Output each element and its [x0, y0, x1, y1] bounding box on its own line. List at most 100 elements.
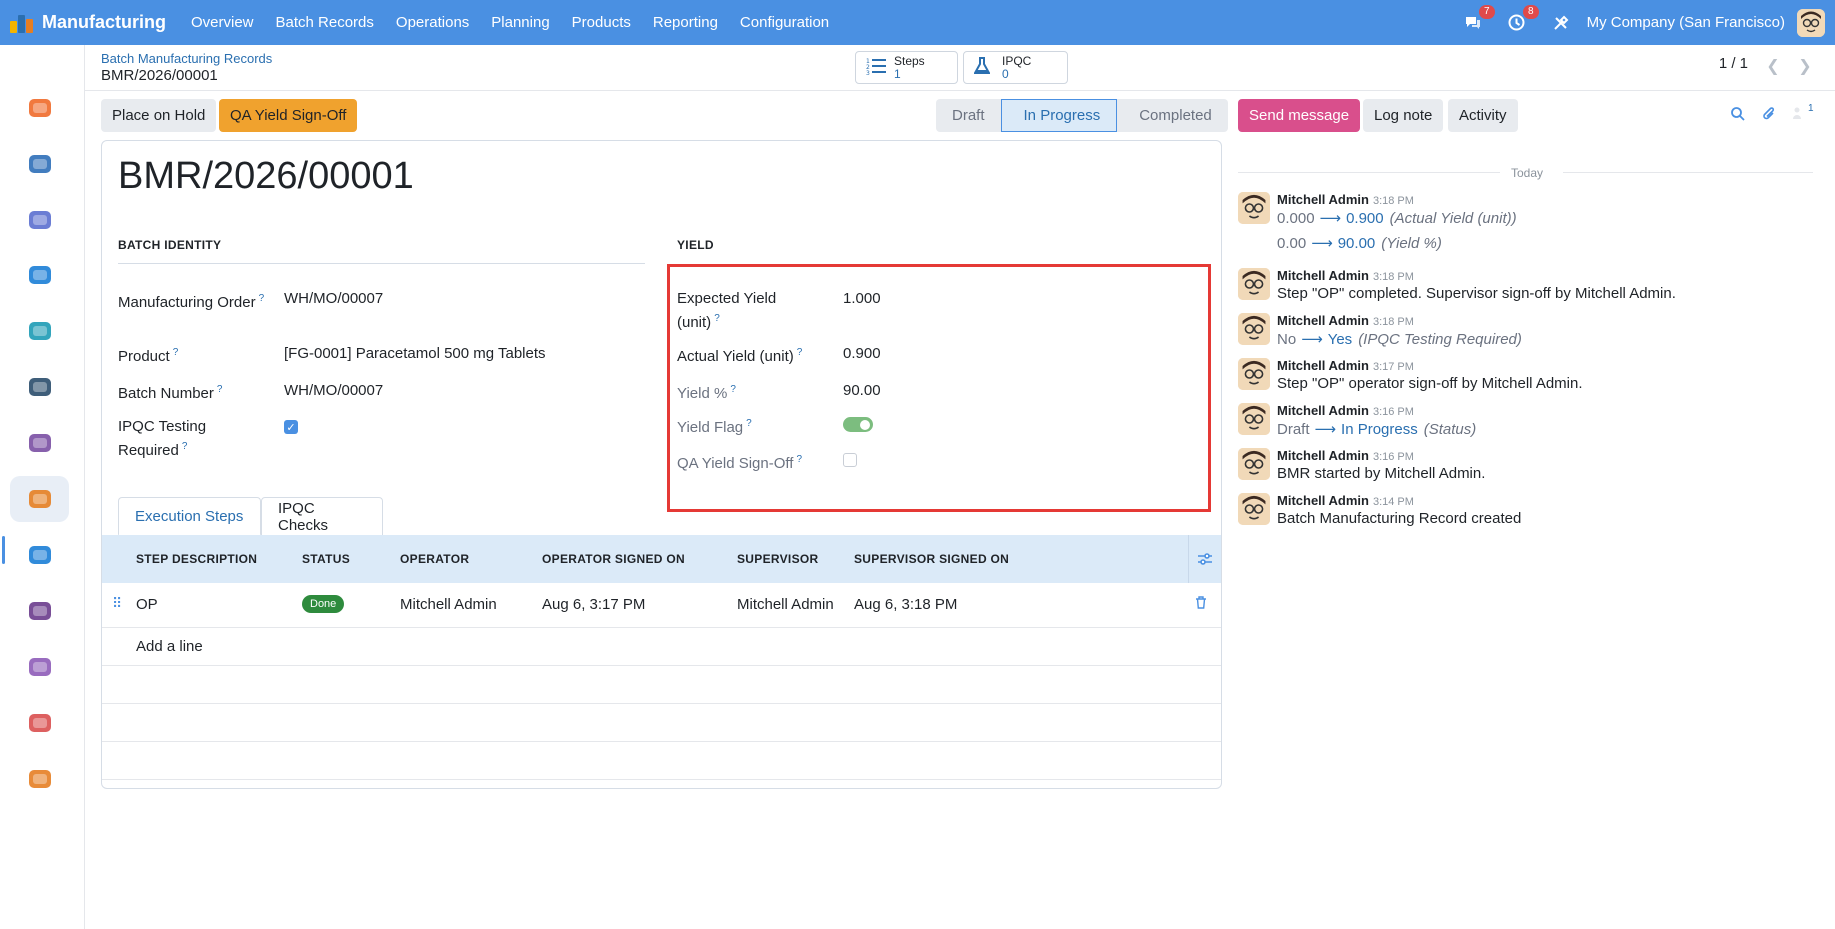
status-draft[interactable]: Draft — [936, 99, 1001, 132]
table-row[interactable]: ⠿ OP Done Mitchell Admin Aug 6, 3:17 PM … — [102, 583, 1221, 628]
inventory-icon[interactable] — [10, 420, 69, 466]
avatar[interactable] — [1238, 358, 1270, 390]
supervisor-value: Mitchell Admin — [737, 596, 834, 613]
col-operator-signed-on[interactable]: OPERATOR SIGNED ON — [542, 552, 685, 566]
col-status[interactable]: STATUS — [302, 552, 350, 566]
today-separator: Today — [1238, 166, 1813, 180]
add-line-row: Add a line — [102, 628, 1221, 666]
batch-number-value[interactable]: WH/MO/00007 — [284, 382, 383, 399]
operator-signed-on-value: Aug 6, 3:17 PM — [542, 596, 646, 613]
col-supervisor-signed-on[interactable]: SUPERVISOR SIGNED ON — [854, 552, 1009, 566]
app-name[interactable]: Manufacturing — [42, 12, 166, 33]
col-step-description[interactable]: STEP DESCRIPTION — [136, 552, 257, 566]
message-author[interactable]: Mitchell Admin 3:18 PM — [1277, 192, 1414, 207]
record-title: BMR/2026/00001 — [118, 155, 414, 197]
pager-value[interactable]: 1 / 1 — [1719, 55, 1748, 72]
message-time: 3:16 PM — [1372, 451, 1414, 463]
manufacturing-order-value[interactable]: WH/MO/00007 — [284, 290, 383, 307]
apps-icon[interactable] — [10, 756, 69, 802]
add-line-link[interactable]: Add a line — [136, 638, 203, 655]
ipqc-smart-button[interactable]: IPQC 0 — [963, 51, 1068, 84]
activity-button[interactable]: Activity — [1448, 99, 1518, 132]
tab-ipqc-checks[interactable]: IPQC Checks — [261, 497, 383, 536]
avatar[interactable] — [1238, 192, 1270, 224]
employees-icon[interactable] — [10, 644, 69, 690]
batch-number-label: Batch Number? — [118, 384, 223, 402]
list-icon: 123 — [866, 57, 888, 79]
menu-planning[interactable]: Planning — [491, 14, 549, 31]
log-note-button[interactable]: Log note — [1363, 99, 1444, 132]
avatar[interactable] — [1238, 268, 1270, 300]
message-author[interactable]: Mitchell Admin 3:18 PM — [1277, 313, 1414, 328]
message-body: BMR started by Mitchell Admin. — [1277, 465, 1486, 482]
messages-icon[interactable]: 7 — [1461, 4, 1495, 35]
message-body: Step "OP" completed. Supervisor sign-off… — [1277, 285, 1676, 302]
trash-icon[interactable] — [1195, 596, 1207, 612]
quality-icon[interactable] — [10, 700, 69, 746]
message-author[interactable]: Mitchell Admin 3:16 PM — [1277, 448, 1414, 463]
manufacturing-icon[interactable] — [10, 476, 69, 522]
ipqc-label: IPQC — [1002, 53, 1032, 68]
discuss-icon[interactable] — [10, 85, 69, 131]
tracking-change: 0.000 ⟶ 0.900 (Actual Yield (unit)) — [1277, 210, 1517, 227]
avatar[interactable] — [1238, 448, 1270, 480]
col-supervisor[interactable]: SUPERVISOR — [737, 552, 818, 566]
help-icon[interactable]: ? — [173, 347, 179, 358]
dashboard-icon[interactable] — [10, 141, 69, 187]
status-in-progress[interactable]: In Progress — [1000, 99, 1118, 132]
barcode-icon[interactable] — [10, 588, 69, 634]
website-icon[interactable] — [10, 308, 69, 354]
menu-overview[interactable]: Overview — [191, 14, 254, 31]
product-value[interactable]: [FG-0001] Paracetamol 500 mg Tablets — [284, 345, 546, 362]
steps-smart-button[interactable]: 123 Steps 1 — [855, 51, 958, 84]
menu-configuration[interactable]: Configuration — [740, 14, 829, 31]
message-author[interactable]: Mitchell Admin 3:16 PM — [1277, 403, 1414, 418]
send-message-button[interactable]: Send message — [1238, 99, 1361, 132]
menu-reporting[interactable]: Reporting — [653, 14, 718, 31]
crm-icon[interactable] — [10, 197, 69, 243]
search-icon[interactable] — [1730, 106, 1746, 127]
pager-previous-icon[interactable]: ❮ — [1758, 51, 1788, 81]
status-completed[interactable]: Completed — [1117, 99, 1228, 132]
help-icon[interactable]: ? — [259, 293, 265, 304]
message-author[interactable]: Mitchell Admin 3:14 PM — [1277, 493, 1414, 508]
ipqc-required-label: IPQC Testing Required? — [118, 418, 207, 459]
pager-next-icon[interactable]: ❯ — [1790, 51, 1820, 81]
message-body: Batch Manufacturing Record created — [1277, 510, 1522, 527]
active-app-indicator — [2, 536, 5, 564]
place-on-hold-button[interactable]: Place on Hold — [101, 99, 217, 132]
drag-handle-icon[interactable]: ⠿ — [112, 595, 122, 612]
qa-yield-signoff-button[interactable]: QA Yield Sign-Off — [219, 99, 358, 132]
message-author[interactable]: Mitchell Admin 3:18 PM — [1277, 268, 1414, 283]
col-operator[interactable]: OPERATOR — [400, 552, 469, 566]
status-badge: Done — [302, 595, 345, 613]
help-icon[interactable]: ? — [182, 441, 188, 452]
avatar[interactable] — [1238, 403, 1270, 435]
paperclip-icon[interactable] — [1762, 106, 1776, 127]
tab-execution-steps[interactable]: Execution Steps — [118, 497, 261, 536]
help-icon[interactable]: ? — [217, 384, 223, 395]
ipqc-required-checkbox[interactable]: ✓ — [284, 420, 298, 434]
manufacturing-app-logo-icon[interactable] — [10, 13, 36, 33]
menu-products[interactable]: Products — [572, 14, 631, 31]
purchase-icon[interactable] — [10, 532, 69, 578]
company-switcher[interactable]: My Company (San Francisco) — [1587, 14, 1785, 31]
sales-icon[interactable] — [10, 364, 69, 410]
avatar[interactable] — [1238, 313, 1270, 345]
activities-clock-icon[interactable]: 8 — [1505, 4, 1539, 35]
message-author[interactable]: Mitchell Admin 3:17 PM — [1277, 358, 1414, 373]
invoicing-icon[interactable] — [10, 252, 69, 298]
tracking-change: No ⟶ Yes (IPQC Testing Required) — [1277, 331, 1522, 348]
followers-icon[interactable] — [1792, 106, 1802, 125]
steps-count: 1 — [894, 66, 901, 81]
user-avatar[interactable] — [1797, 8, 1825, 37]
menu-batch-records[interactable]: Batch Records — [276, 14, 374, 31]
tools-icon[interactable] — [1549, 11, 1573, 35]
avatar[interactable] — [1238, 493, 1270, 525]
breadcrumb-parent[interactable]: Batch Manufacturing Records — [101, 51, 272, 66]
optional-columns-icon[interactable] — [1188, 535, 1221, 583]
activities-badge: 8 — [1523, 4, 1539, 19]
message-time: 3:17 PM — [1372, 361, 1414, 373]
menu-operations[interactable]: Operations — [396, 14, 469, 31]
today-label: Today — [1505, 166, 1550, 180]
